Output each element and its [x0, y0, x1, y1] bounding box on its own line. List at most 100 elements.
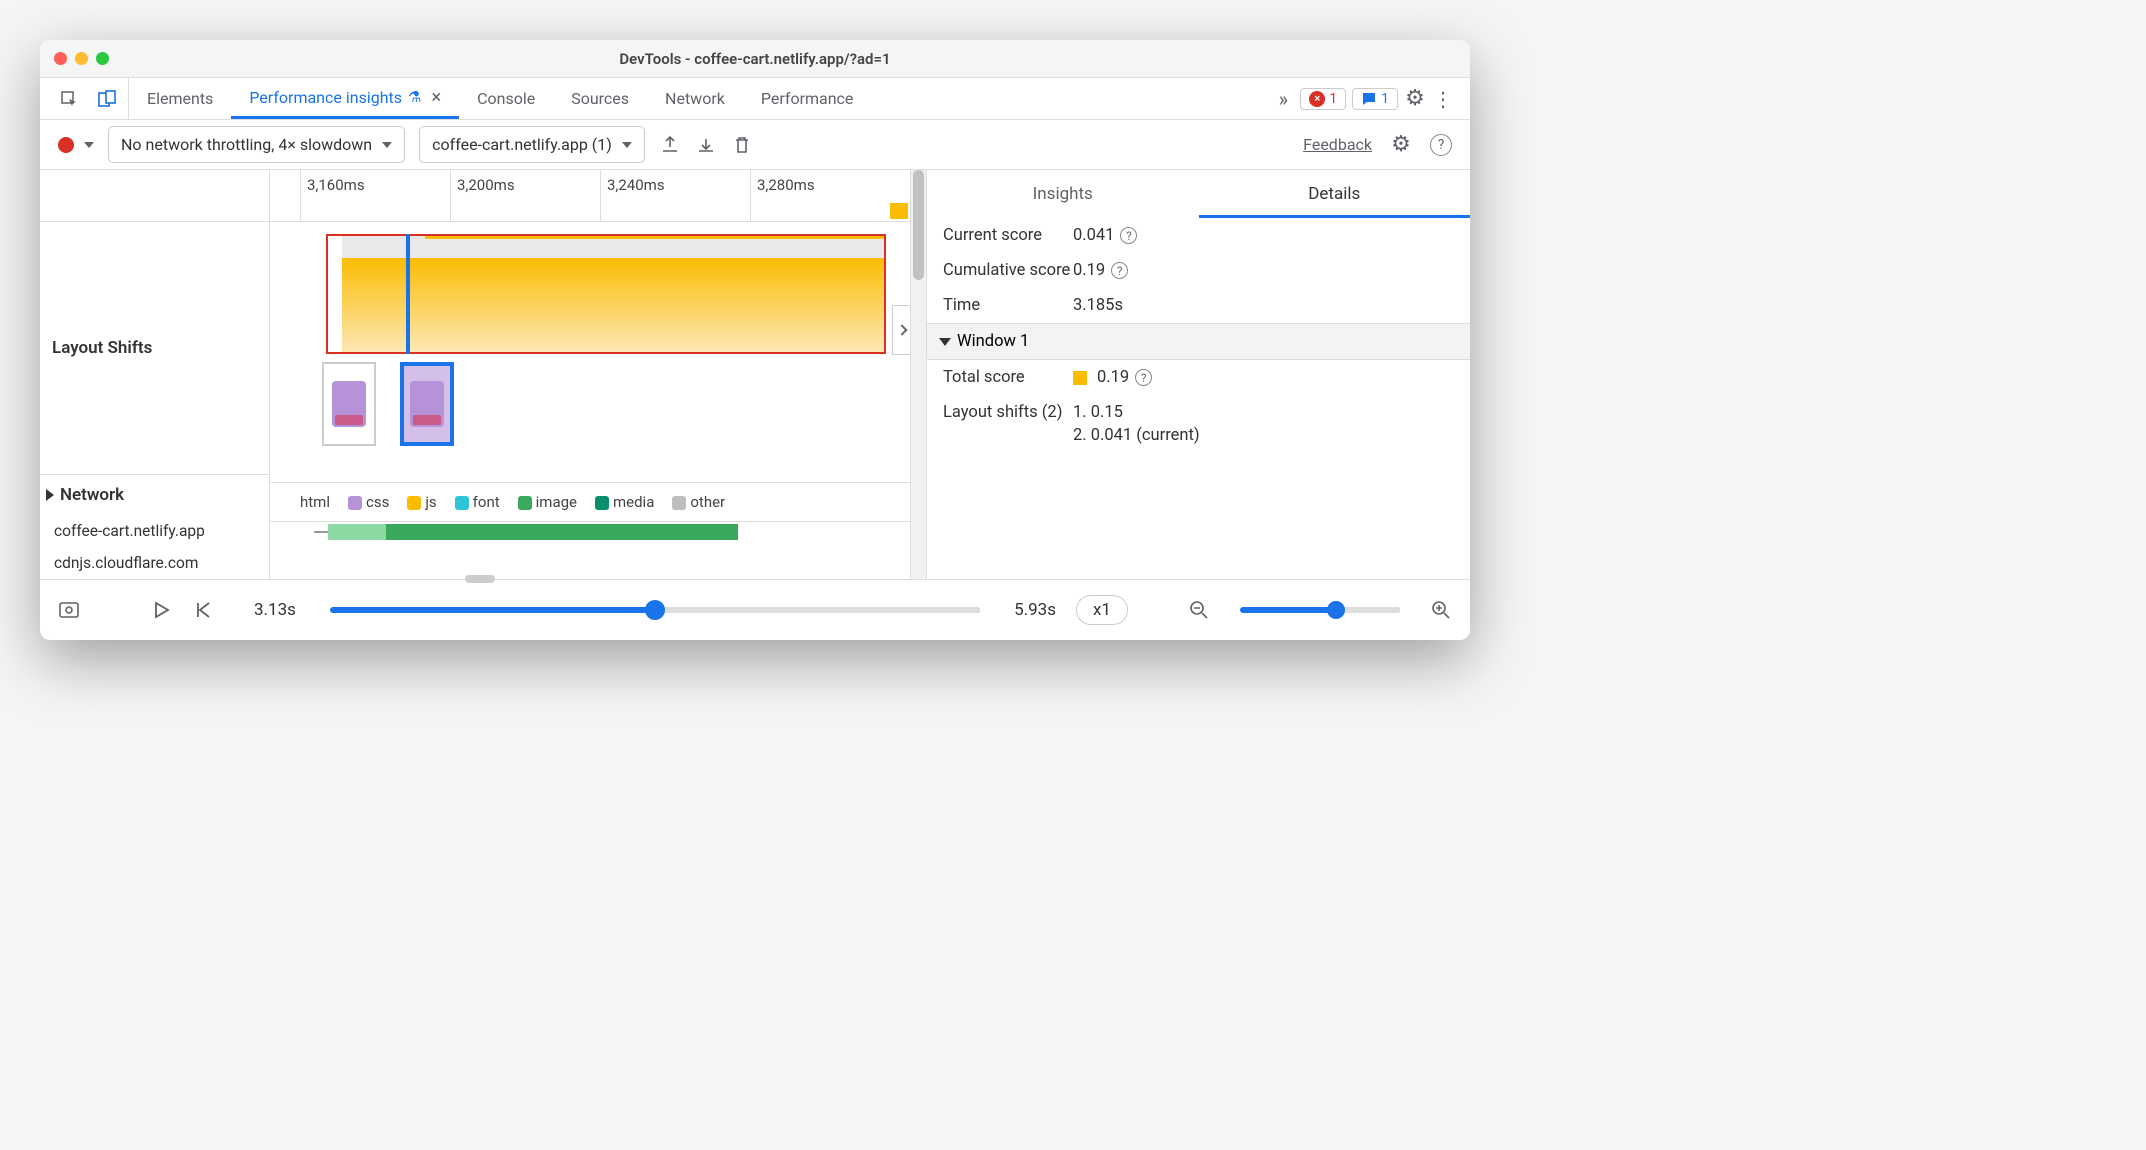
shift-item-1[interactable]: 1. 0.15 [1073, 403, 1123, 422]
playback-footer: 3.13s 5.93s x1 [40, 580, 1470, 640]
network-legend: html css js font image media other [270, 482, 910, 522]
kv-cumulative-score: Cumulative score 0.19? [927, 253, 1470, 288]
time-tick: 3,280ms [750, 170, 815, 221]
ruler-spacer [40, 170, 270, 222]
network-host-2[interactable]: cdnjs.cloudflare.com [40, 547, 270, 579]
playhead[interactable] [406, 234, 410, 354]
selection-box [326, 234, 886, 354]
detail-tabs: Insights Details [927, 170, 1470, 218]
titlebar: DevTools - coffee-cart.netlify.app/?ad=1 [40, 40, 1470, 78]
zoom-slider[interactable] [1240, 607, 1400, 613]
help-icon[interactable]: ? [1135, 369, 1152, 386]
close-window-button[interactable] [54, 52, 67, 65]
thumbnail-2-selected[interactable] [400, 362, 454, 446]
kv-time: Time 3.185s [927, 288, 1470, 323]
tab-sources[interactable]: Sources [553, 78, 647, 119]
scrollbar[interactable] [911, 170, 927, 579]
tab-insights[interactable]: Insights [927, 170, 1199, 218]
zoom-in-icon[interactable] [1430, 599, 1452, 621]
help-icon[interactable]: ? [1120, 227, 1137, 244]
feedback-link[interactable]: Feedback [1303, 135, 1372, 154]
throttling-value: No network throttling, 4× slowdown [121, 135, 372, 154]
window-section-header[interactable]: Window 1 [927, 323, 1470, 360]
timeline-panel[interactable]: 3,160ms 3,200ms 3,240ms 3,280ms html c [270, 170, 910, 579]
help-icon[interactable]: ? [1111, 262, 1128, 279]
legend-image: image [518, 493, 577, 511]
content-area: Layout Shifts Network coffee-cart.netlif… [40, 170, 1470, 580]
export-icon[interactable] [659, 134, 681, 156]
recording-select[interactable]: coffee-cart.netlify.app (1) [419, 126, 645, 163]
scroll-thumb[interactable] [913, 170, 924, 280]
time-slider[interactable] [330, 607, 980, 613]
play-button[interactable] [150, 599, 172, 621]
chevron-right-icon [896, 324, 907, 335]
help-icon[interactable]: ? [1430, 134, 1452, 156]
maximize-window-button[interactable] [96, 52, 109, 65]
timeline-marker [890, 203, 908, 219]
error-badge[interactable]: ×1 [1300, 88, 1346, 110]
time-tick: 3,200ms [450, 170, 515, 221]
slider-knob[interactable] [645, 600, 665, 620]
legend-css: css [348, 493, 389, 511]
recording-value: coffee-cart.netlify.app (1) [432, 135, 612, 154]
minimize-window-button[interactable] [75, 52, 88, 65]
collapse-icon [939, 338, 951, 346]
track-labels: Layout Shifts Network coffee-cart.netlif… [40, 170, 270, 579]
kv-total-score: Total score 0.19? [927, 360, 1470, 395]
tab-performance-insights[interactable]: Performance insights ⚗ × [231, 78, 459, 119]
tab-details[interactable]: Details [1199, 170, 1471, 218]
sidebar-toggle[interactable] [892, 305, 910, 355]
thumbnail-1[interactable] [322, 362, 376, 446]
tab-elements[interactable]: Elements [129, 78, 231, 119]
import-icon[interactable] [695, 134, 717, 156]
kv-current-score: Current score 0.041? [927, 218, 1470, 253]
kebab-menu-icon[interactable]: ⋮ [1432, 88, 1454, 110]
throttling-select[interactable]: No network throttling, 4× slowdown [108, 126, 405, 163]
network-host-1[interactable]: coffee-cart.netlify.app [40, 515, 270, 547]
network-label[interactable]: Network [40, 475, 270, 515]
messages-badge[interactable]: 1 [1352, 88, 1398, 110]
inspect-icon[interactable] [58, 88, 80, 110]
screenshot-thumbs [322, 362, 454, 446]
tab-performance[interactable]: Performance [743, 78, 872, 119]
record-menu-caret-icon[interactable] [84, 142, 94, 148]
tab-label: Performance insights [249, 88, 402, 107]
legend-media: media [595, 493, 654, 511]
tab-network[interactable]: Network [647, 78, 743, 119]
traffic-lights [54, 52, 109, 65]
net-bar-1[interactable] [306, 524, 910, 540]
time-tick: 3,240ms [600, 170, 665, 221]
devtools-window: DevTools - coffee-cart.netlify.app/?ad=1… [40, 40, 1470, 640]
end-time: 5.93s [1014, 600, 1056, 620]
zoom-knob[interactable] [1327, 601, 1345, 619]
chevron-down-icon [622, 142, 632, 148]
shift-item-2[interactable]: 2. 0.041 (current) [1073, 426, 1200, 445]
start-time: 3.13s [254, 600, 296, 620]
insights-toolbar: No network throttling, 4× slowdown coffe… [40, 120, 1470, 170]
expand-icon [46, 489, 54, 501]
close-tab-icon[interactable]: × [431, 87, 441, 108]
legend-font: font [455, 493, 500, 511]
settings-icon[interactable]: ⚙ [1404, 88, 1426, 110]
chevron-down-icon [382, 142, 392, 148]
more-tabs-icon[interactable]: » [1272, 88, 1294, 110]
tab-console[interactable]: Console [459, 78, 553, 119]
legend-html: html [282, 493, 330, 511]
preview-icon[interactable] [58, 599, 80, 621]
record-button[interactable] [58, 137, 74, 153]
device-toolbar-icon[interactable] [96, 88, 118, 110]
time-ruler: 3,160ms 3,200ms 3,240ms 3,280ms [270, 170, 910, 222]
panel-tabs: Elements Performance insights ⚗ × Consol… [40, 78, 1470, 120]
resize-handle[interactable] [465, 575, 495, 583]
legend-other: other [672, 493, 725, 511]
delete-icon[interactable] [731, 134, 753, 156]
layout-shift-track[interactable] [270, 222, 910, 422]
time-tick: 3,160ms [300, 170, 365, 221]
window-title: DevTools - coffee-cart.netlify.app/?ad=1 [619, 50, 890, 68]
panel-settings-icon[interactable]: ⚙ [1390, 134, 1412, 156]
network-waterfall[interactable] [306, 524, 910, 554]
skip-start-icon[interactable] [192, 599, 214, 621]
playback-speed[interactable]: x1 [1076, 595, 1128, 625]
zoom-out-icon[interactable] [1188, 599, 1210, 621]
flask-icon: ⚗ [408, 88, 421, 106]
